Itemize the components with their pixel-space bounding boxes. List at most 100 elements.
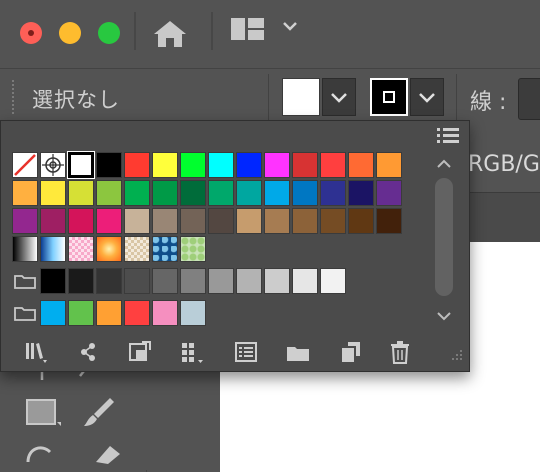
group-swatch[interactable] [40,300,66,326]
panel-grip[interactable] [12,80,14,116]
gray-swatch[interactable] [96,268,122,294]
fill-dropdown-button[interactable] [322,78,356,116]
color-swatch[interactable] [96,180,122,206]
color-swatch[interactable] [376,180,402,206]
swatch-registration[interactable] [40,152,66,178]
stroke-color-swatch[interactable] [370,78,408,116]
color-swatch[interactable] [292,180,318,206]
group-swatch[interactable] [180,300,206,326]
color-group-icon[interactable] [234,340,258,364]
swatch-gradient-bw[interactable] [12,236,38,262]
color-swatch[interactable] [348,152,374,178]
color-swatch[interactable] [152,180,178,206]
color-swatch[interactable] [292,208,318,234]
color-swatch[interactable] [40,180,66,206]
group-swatch[interactable] [68,300,94,326]
color-swatch[interactable] [208,208,234,234]
gray-swatch[interactable] [40,268,66,294]
group-swatch[interactable] [124,300,150,326]
minimize-window-button[interactable] [59,22,81,44]
color-swatch[interactable] [320,208,346,234]
gray-swatch[interactable] [152,268,178,294]
swatch-gradient-blue[interactable] [40,236,66,262]
color-swatch[interactable] [320,152,346,178]
chevron-down-icon[interactable] [282,20,298,32]
show-kinds-icon[interactable] [78,340,102,364]
place-swatch-icon[interactable] [128,340,152,364]
color-swatch[interactable] [348,208,374,234]
color-swatch[interactable] [320,180,346,206]
fill-color-swatch[interactable] [282,78,320,116]
delete-icon[interactable] [388,340,412,364]
color-swatch[interactable] [68,208,94,234]
stroke-dropdown-button[interactable] [410,78,444,116]
gray-swatch[interactable] [264,268,290,294]
resize-grip-icon[interactable] [448,348,464,364]
paintbrush-tool-icon[interactable] [80,394,120,430]
color-swatch[interactable] [40,208,66,234]
swatch-white[interactable] [67,151,95,179]
gray-swatch[interactable] [180,268,206,294]
color-swatch[interactable] [12,208,38,234]
gray-swatch[interactable] [320,268,346,294]
chevron-down-icon [419,93,435,103]
eraser-tool-icon[interactable] [86,440,126,464]
swatch-pattern-blue-floral[interactable] [152,236,178,262]
stroke-weight-stepper[interactable] [518,78,540,120]
color-swatch[interactable] [236,152,262,178]
swatch-options-icon[interactable] [180,340,204,364]
selection-status: 選択なし [32,88,120,112]
scrollbar-thumb[interactable] [435,178,453,296]
color-swatch[interactable] [208,180,234,206]
gray-swatch[interactable] [236,268,262,294]
group-swatch[interactable] [152,300,178,326]
color-swatch[interactable] [124,180,150,206]
swatch-grid [12,151,460,332]
swatch-scrollbar[interactable] [432,154,456,330]
swatch-none[interactable] [12,152,38,178]
shaper-tool-icon[interactable] [24,440,64,464]
swatch-pattern-pink[interactable] [68,236,94,262]
color-swatch[interactable] [292,152,318,178]
color-swatch[interactable] [264,180,290,206]
swatch-pattern-check[interactable] [124,236,150,262]
scroll-down-icon[interactable] [432,308,456,324]
swatch-libraries-icon[interactable] [24,340,48,364]
home-icon[interactable] [152,19,188,49]
gray-swatch[interactable] [124,268,150,294]
gray-swatch[interactable] [292,268,318,294]
color-swatch[interactable] [180,208,206,234]
gray-swatch[interactable] [208,268,234,294]
color-swatch[interactable] [124,208,150,234]
stroke-weight-label: 線 : [470,90,507,115]
color-swatch[interactable] [180,180,206,206]
swatch-gradient-orange[interactable] [96,236,122,262]
color-swatch[interactable] [348,180,374,206]
color-swatch[interactable] [208,152,234,178]
workspace-layout-icon[interactable] [230,17,266,41]
color-swatch[interactable] [376,152,402,178]
color-swatch[interactable] [236,208,262,234]
new-swatch-icon[interactable] [338,340,362,364]
color-swatch[interactable] [264,208,290,234]
color-swatch[interactable] [376,208,402,234]
list-view-icon[interactable] [437,128,459,144]
swatch-pattern-green-floral[interactable] [180,236,206,262]
color-swatch[interactable] [264,152,290,178]
rectangle-tool-icon[interactable] [24,396,62,430]
new-group-folder-icon[interactable] [286,340,310,364]
color-swatch[interactable] [152,208,178,234]
group-swatch[interactable] [96,300,122,326]
zoom-window-button[interactable] [98,22,120,44]
color-swatch[interactable] [152,152,178,178]
gray-swatch[interactable] [68,268,94,294]
color-swatch[interactable] [236,180,262,206]
color-swatch[interactable] [96,208,122,234]
color-swatch[interactable] [12,180,38,206]
color-swatch[interactable] [68,180,94,206]
color-swatch[interactable] [180,152,206,178]
scroll-up-icon[interactable] [432,156,456,172]
color-swatch[interactable] [96,152,122,178]
color-swatch[interactable] [124,152,150,178]
close-window-button[interactable] [20,22,42,44]
